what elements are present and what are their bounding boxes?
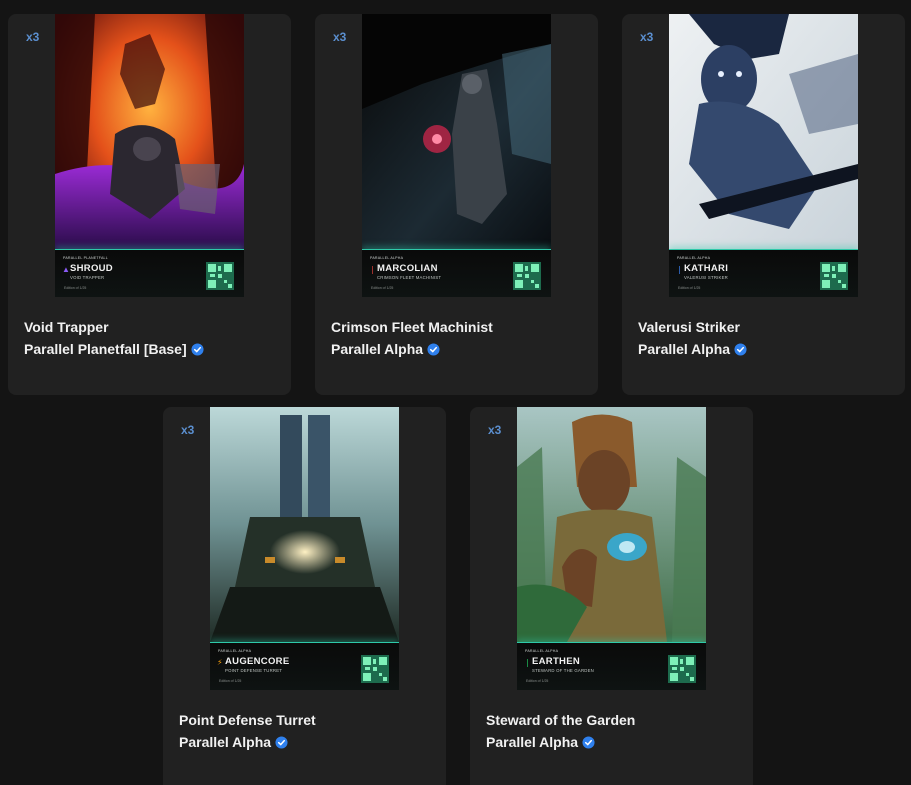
card-name: SHROUD [70, 263, 113, 274]
card-edition: Edition of 1/25 [678, 286, 701, 290]
quantity-badge: x3 [181, 423, 195, 437]
collection-label: Parallel Alpha [331, 341, 424, 357]
card-faction-icon: ▲ [62, 265, 70, 274]
card-image[interactable]: PARALLEL ALPHA ❘ EARTHEN STEWARD OF THE … [517, 407, 706, 690]
card-footer: PARALLEL ALPHA ❘ MARCOLIAN CRIMSON FLEET… [362, 249, 551, 297]
card-tile[interactable]: x3 [8, 14, 291, 395]
card-subtitle: CRIMSON FLEET MACHINIST [377, 275, 442, 280]
item-title[interactable]: Steward of the Garden [486, 712, 635, 728]
card-grid: x3 PARALLEL PLANETFALL ▲ SHROUD VOID TRA… [0, 0, 911, 785]
card-set: PARALLEL ALPHA [218, 649, 252, 653]
card-edition: Edition of 1/25 [371, 286, 394, 290]
card-subtitle: VOID TRAPPER [70, 275, 105, 280]
card-tile[interactable]: x3 [163, 407, 446, 785]
collection-label: Parallel Alpha [179, 734, 272, 750]
card-set: PARALLEL PLANETFALL [63, 256, 108, 260]
card-edition: Edition of 1/25 [64, 286, 87, 290]
card-faction-icon: ❘ [369, 265, 376, 274]
card-footer: PARALLEL ALPHA ⚡ AUGENCORE POINT DEFENSE… [210, 642, 399, 690]
card-image[interactable]: PARALLEL ALPHA ❘ MARCOLIAN CRIMSON FLEET… [362, 14, 551, 297]
card-tile[interactable]: x3 PARALLEL ALPHA ❘ KATHARI VALERUSI STR… [622, 14, 905, 395]
card-name: AUGENCORE [225, 656, 290, 667]
item-title[interactable]: Valerusi Striker [638, 319, 740, 335]
collection-name[interactable]: Parallel Alpha [638, 341, 747, 357]
card-edition: Edition of 1/25 [219, 679, 242, 683]
card-set: PARALLEL ALPHA [370, 256, 404, 260]
item-title[interactable]: Crimson Fleet Machinist [331, 319, 493, 335]
qr-code-icon [820, 262, 848, 290]
card-footer: PARALLEL ALPHA ❘ EARTHEN STEWARD OF THE … [517, 642, 706, 690]
card-faction-icon: ❘ [524, 658, 531, 667]
card-set: PARALLEL ALPHA [525, 649, 559, 653]
card-art-void-trapper [55, 14, 244, 249]
qr-code-icon [668, 655, 696, 683]
quantity-badge: x3 [26, 30, 40, 44]
verified-badge-icon [734, 342, 747, 356]
card-art-valerusi-striker [669, 14, 858, 249]
card-faction-icon: ⚡ [217, 658, 223, 667]
card-footer: PARALLEL PLANETFALL ▲ SHROUD VOID TRAPPE… [55, 249, 244, 297]
card-name: EARTHEN [532, 656, 581, 667]
card-faction-icon: ❘ [676, 265, 683, 274]
card-tile[interactable]: x3 PARALLEL ALPHA ❘ EARTHEN STEWARD OF T… [470, 407, 753, 785]
qr-code-icon [206, 262, 234, 290]
quantity-badge: x3 [488, 423, 502, 437]
item-title[interactable]: Point Defense Turret [179, 712, 316, 728]
card-image[interactable]: PARALLEL ALPHA ⚡ AUGENCORE POINT DEFENSE… [210, 407, 399, 690]
quantity-badge: x3 [640, 30, 654, 44]
card-tile[interactable]: x3 PARALLEL ALPHA ❘ MARCOLIAN CRIMSON FL… [315, 14, 598, 395]
card-art-point-defense-turret [210, 407, 399, 642]
verified-badge-icon [427, 342, 440, 356]
card-set: PARALLEL ALPHA [677, 256, 711, 260]
collection-name[interactable]: Parallel Planetfall [Base] [24, 341, 204, 357]
item-title[interactable]: Void Trapper [24, 319, 109, 335]
card-subtitle: POINT DEFENSE TURRET [225, 668, 283, 673]
card-image[interactable]: PARALLEL ALPHA ❘ KATHARI VALERUSI STRIKE… [669, 14, 858, 297]
card-art-crimson-fleet-machinist [362, 14, 551, 249]
card-name: KATHARI [684, 263, 729, 274]
card-art-steward-of-the-garden [517, 407, 706, 642]
card-subtitle: STEWARD OF THE GARDEN [532, 668, 594, 673]
collection-label: Parallel Planetfall [Base] [24, 341, 187, 357]
card-name: MARCOLIAN [377, 263, 438, 274]
card-image[interactable]: PARALLEL PLANETFALL ▲ SHROUD VOID TRAPPE… [55, 14, 244, 297]
collection-name[interactable]: Parallel Alpha [179, 734, 288, 750]
card-subtitle: VALERUSI STRIKER [684, 275, 728, 280]
verified-badge-icon [582, 735, 595, 749]
collection-label: Parallel Alpha [486, 734, 579, 750]
verified-badge-icon [191, 342, 204, 356]
card-footer: PARALLEL ALPHA ❘ KATHARI VALERUSI STRIKE… [669, 249, 858, 297]
collection-name[interactable]: Parallel Alpha [486, 734, 595, 750]
card-edition: Edition of 1/25 [526, 679, 549, 683]
qr-code-icon [361, 655, 389, 683]
qr-code-icon [513, 262, 541, 290]
collection-name[interactable]: Parallel Alpha [331, 341, 440, 357]
verified-badge-icon [275, 735, 288, 749]
quantity-badge: x3 [333, 30, 347, 44]
collection-label: Parallel Alpha [638, 341, 731, 357]
